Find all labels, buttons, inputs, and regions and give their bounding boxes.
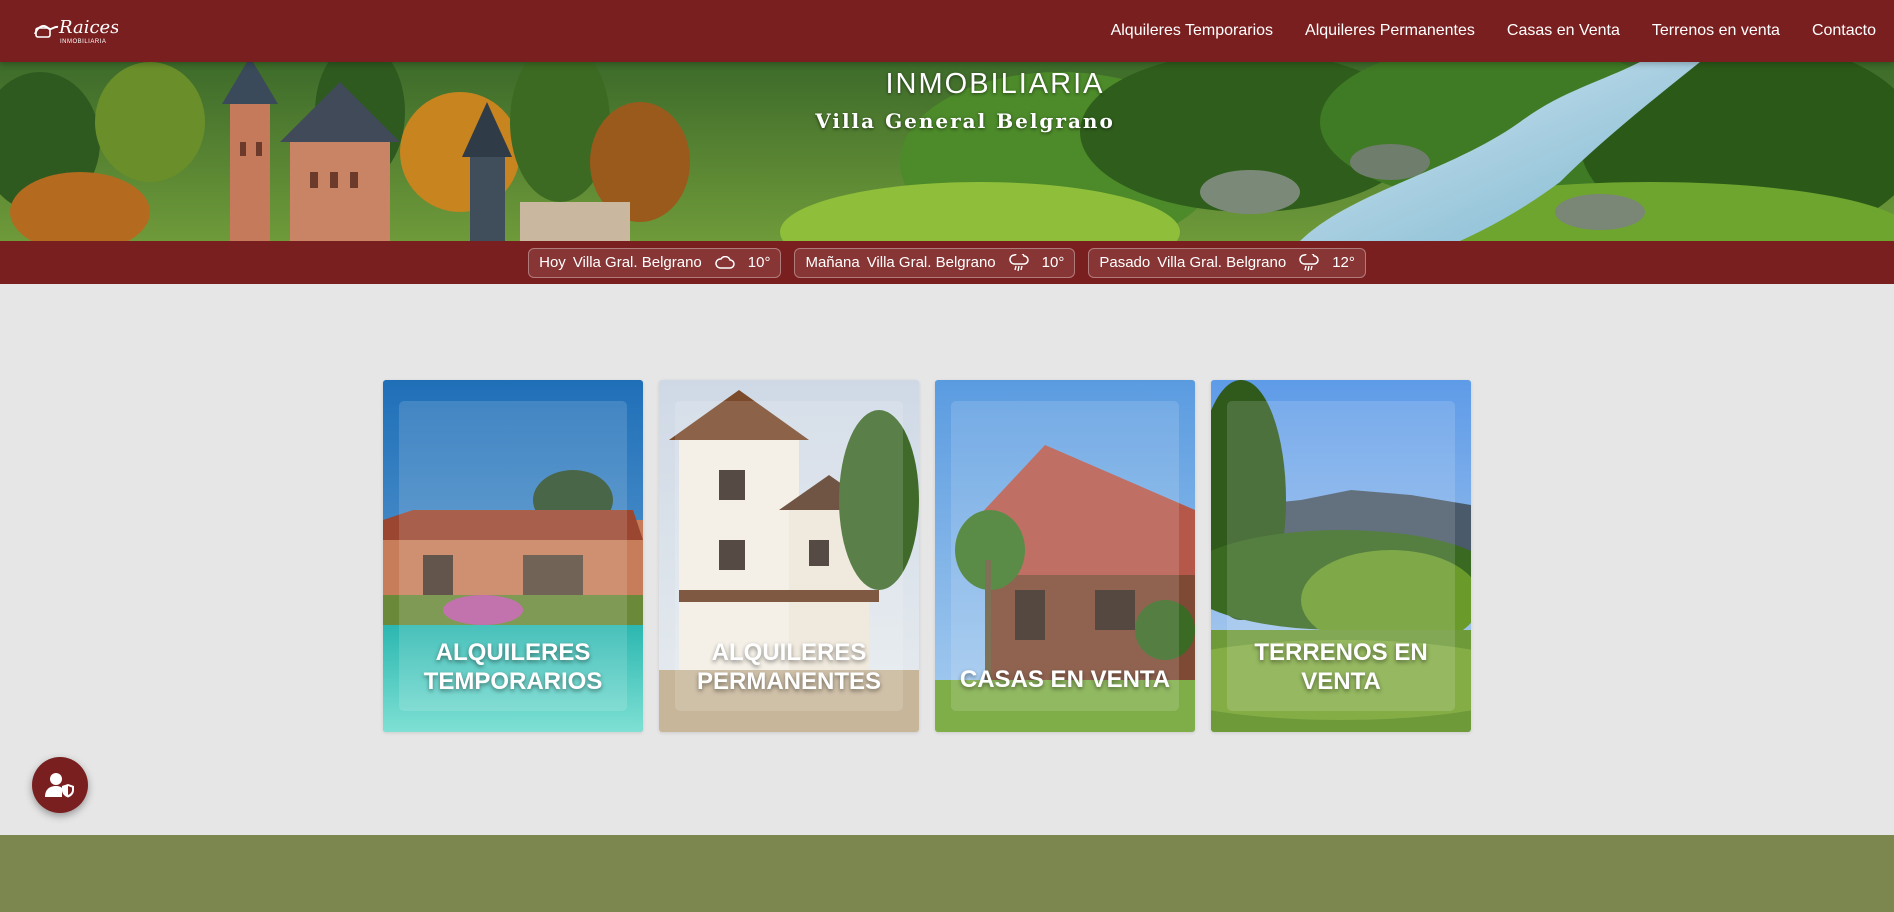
cloud-icon: [715, 255, 735, 270]
weather-day: Pasado: [1099, 254, 1151, 271]
weather-day: Hoy: [539, 254, 566, 271]
weather-temp: 12°: [1332, 254, 1355, 271]
hero-subtitle: INMOBILIARIA: [885, 68, 1105, 100]
card-title: TERRENOS EN VENTA: [1254, 639, 1428, 695]
card-alquileres-temporarios[interactable]: ALQUILERES TEMPORARIOS: [383, 380, 643, 732]
main-nav: Alquileres Temporarios Alquileres Perman…: [1111, 0, 1876, 62]
nav-contacto[interactable]: Contacto: [1812, 22, 1876, 40]
card-casas-en-venta[interactable]: CASAS EN VENTA: [935, 380, 1195, 732]
weather-place: Villa Gral. Belgrano: [572, 254, 702, 271]
weather-day: Mañana: [805, 254, 860, 271]
svg-text:Raices: Raices: [58, 17, 118, 38]
weather-temp: 10°: [747, 254, 771, 271]
nav-alquileres-temporarios[interactable]: Alquileres Temporarios: [1111, 22, 1273, 40]
nav-terrenos-en-venta[interactable]: Terrenos en venta: [1652, 22, 1780, 40]
card-alquileres-permanentes[interactable]: ALQUILERES PERMANENTES: [659, 380, 919, 732]
weather-place: Villa Gral. Belgrano: [866, 254, 996, 271]
rain-cloud-icon: [1299, 253, 1319, 272]
category-cards: ALQUILERES TEMPORARIOS ALQUILERES PERMAN…: [383, 380, 1471, 732]
nav-casas-en-venta[interactable]: Casas en Venta: [1507, 22, 1620, 40]
hero-banner: INMOBILIARIA Villa General Belgrano: [0, 62, 1894, 241]
svg-text:INMOBILIARIA: INMOBILIARIA: [60, 39, 106, 45]
user-shield-icon: [45, 773, 74, 798]
footer-band: [0, 835, 1894, 912]
rain-cloud-icon: [1008, 253, 1029, 272]
top-navbar: Raices INMOBILIARIA Alquileres Temporari…: [0, 0, 1894, 62]
site-logo[interactable]: Raices INMOBILIARIA: [32, 12, 119, 48]
raices-logo-icon: Raices INMOBILIARIA: [34, 17, 119, 45]
card-title: CASAS EN VENTA: [959, 666, 1171, 693]
weather-temp: 10°: [1041, 254, 1065, 271]
card-title: ALQUILERES PERMANENTES: [696, 639, 882, 695]
weather-today: Hoy Villa Gral. Belgrano 10°: [528, 247, 782, 278]
card-terrenos-en-venta[interactable]: TERRENOS EN VENTA: [1211, 380, 1471, 732]
privacy-settings-button[interactable]: [32, 757, 88, 813]
hero-brand-block: INMOBILIARIA Villa General Belgrano: [800, 68, 1130, 133]
weather-tomorrow: Mañana Villa Gral. Belgrano 10°: [794, 247, 1076, 278]
weather-bar: Hoy Villa Gral. Belgrano 10° Mañana Vill…: [0, 241, 1894, 284]
card-title: ALQUILERES TEMPORARIOS: [423, 639, 603, 695]
nav-alquileres-permanentes[interactable]: Alquileres Permanentes: [1305, 22, 1475, 40]
weather-day-after: Pasado Villa Gral. Belgrano 12°: [1088, 247, 1366, 278]
weather-place: Villa Gral. Belgrano: [1157, 254, 1287, 271]
hero-location: Villa General Belgrano: [815, 109, 1115, 133]
